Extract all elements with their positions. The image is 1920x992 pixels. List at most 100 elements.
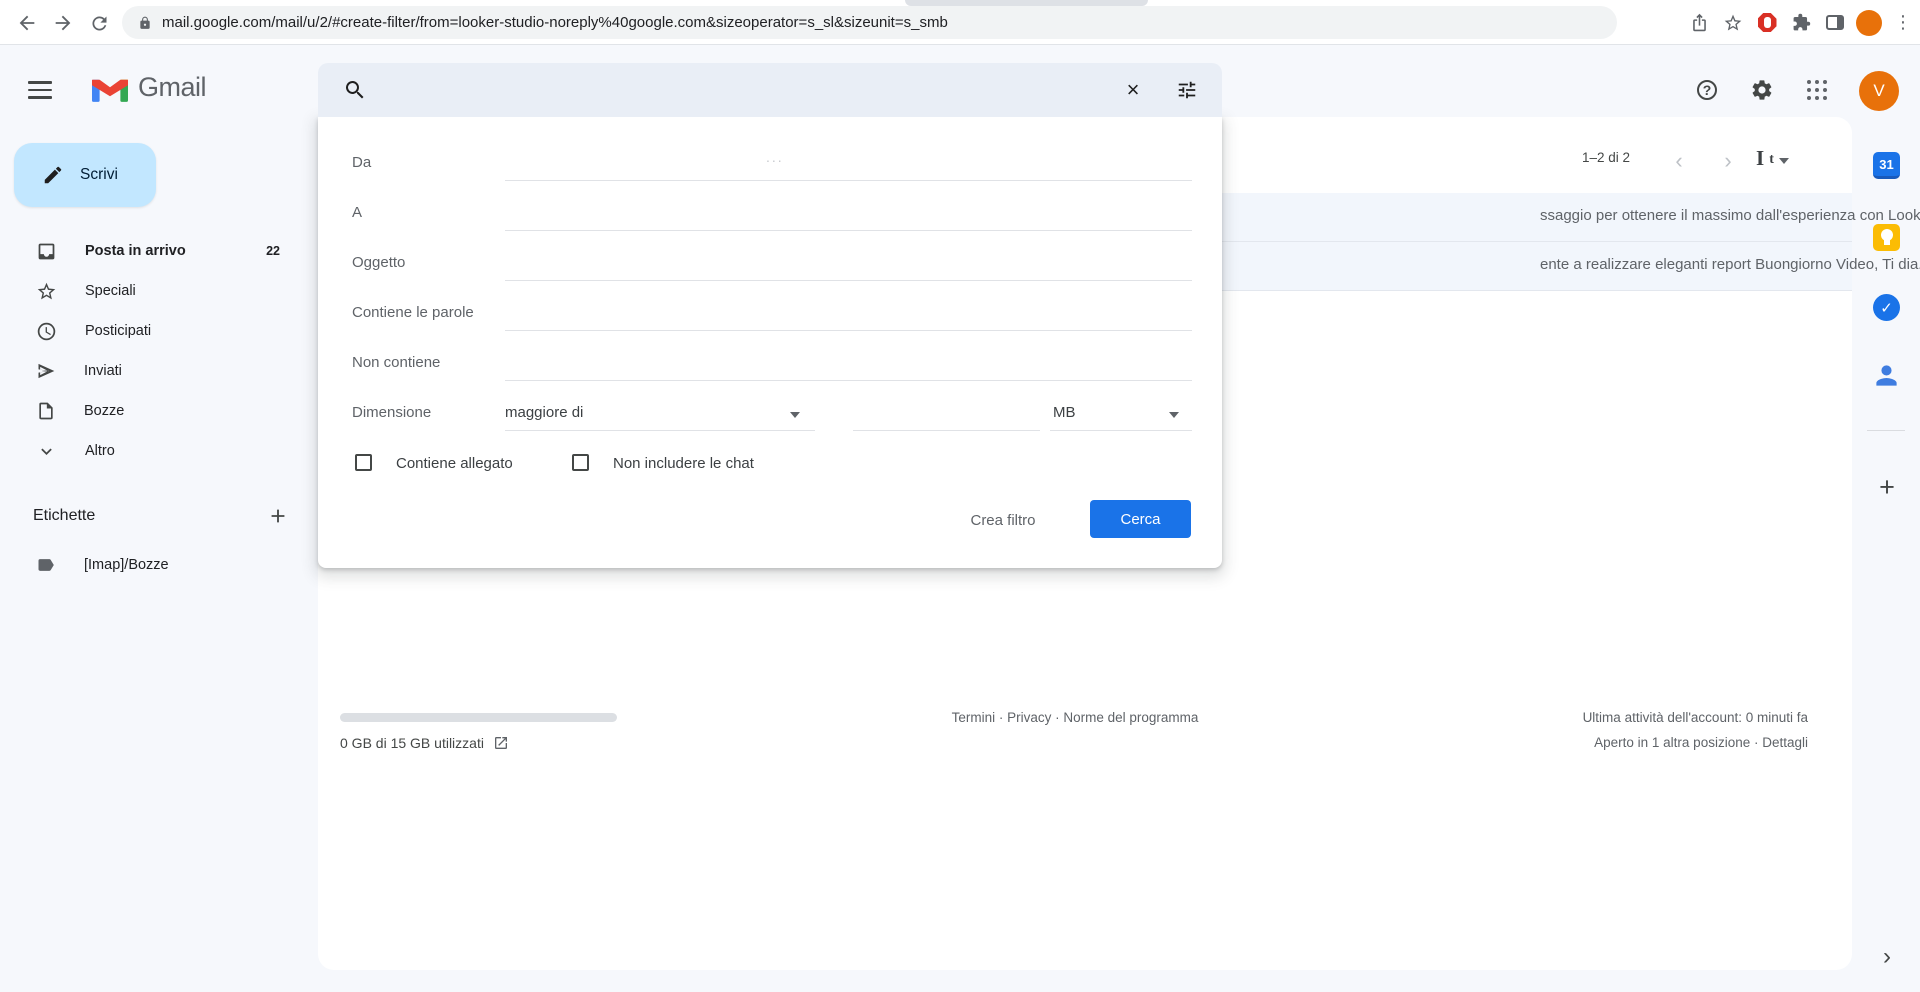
hide-side-panel-icon[interactable]: › <box>1872 942 1902 972</box>
field-label-size: Dimensione <box>352 404 431 421</box>
input-tools-selector[interactable]: I t <box>1756 148 1789 169</box>
side-panel-icon[interactable] <box>1818 6 1852 40</box>
extensions-puzzle-icon[interactable] <box>1784 6 1818 40</box>
storage-progress-bar <box>340 713 617 722</box>
main-menu-icon[interactable] <box>26 78 54 102</box>
field-label-from: Da <box>352 154 371 171</box>
lock-icon <box>138 16 152 30</box>
tasks-icon[interactable]: ✓ <box>1873 294 1900 321</box>
sidebar-item-label: Altro <box>85 443 115 459</box>
gmail-m-icon <box>92 74 128 102</box>
help-icon[interactable]: ? <box>1693 76 1721 104</box>
size-unit-underline <box>1050 430 1192 431</box>
sidebar-item-label: Bozze <box>84 403 124 419</box>
back-icon[interactable] <box>14 10 40 36</box>
search-icon[interactable] <box>342 77 368 103</box>
storage-usage-text: 0 GB di 15 GB utilizzati <box>340 735 484 751</box>
field-label-doesnt-have: Non contiene <box>352 354 440 371</box>
search-bar[interactable]: × <box>318 63 1222 117</box>
pagination-status: 1–2 di 2 <box>1520 150 1630 165</box>
create-filter-dialog: Da ... A Oggetto Contiene le parole Non … <box>318 117 1222 568</box>
size-operator-caret-icon <box>790 412 800 418</box>
to-input[interactable] <box>505 230 1192 231</box>
calendar-icon[interactable]: 31 <box>1873 152 1900 179</box>
from-input[interactable] <box>505 180 1192 181</box>
search-options-tune-icon[interactable] <box>1174 77 1200 103</box>
sidebar-item-label: Posta in arrivo <box>85 243 186 259</box>
sidebar-item-snoozed[interactable]: Posticipati <box>8 311 298 351</box>
exclude-chats-label: Non includere le chat <box>613 455 754 472</box>
google-apps-grid-icon[interactable] <box>1803 76 1831 104</box>
has-attachment-label: Contiene allegato <box>396 455 513 472</box>
send-icon <box>36 361 56 381</box>
from-field-remnant: ... <box>766 149 784 165</box>
gmail-logo: Gmail <box>92 72 206 103</box>
labels-section-header: Etichette <box>33 505 293 527</box>
bookmark-star-icon[interactable] <box>1716 6 1750 40</box>
legal-links[interactable]: Termini · Privacy · Norme del programma <box>760 710 1390 725</box>
input-tools-letter: I <box>1756 148 1764 169</box>
email-snippet: ente a realizzare eleganti report Buongi… <box>1540 256 1920 273</box>
input-tools-sub-letter: t <box>1769 152 1774 169</box>
sidebar-item-starred[interactable]: Speciali <box>8 271 298 311</box>
field-label-has-words: Contiene le parole <box>352 304 474 321</box>
compose-button[interactable]: Scrivi <box>14 143 156 207</box>
sidebar-item-inbox[interactable]: Posta in arrivo 22 <box>8 231 298 271</box>
newer-page-icon[interactable]: ‹ <box>1664 146 1694 176</box>
browser-profile-avatar[interactable] <box>1852 6 1886 40</box>
get-addons-icon[interactable]: + <box>1872 472 1902 502</box>
clear-search-icon[interactable]: × <box>1120 77 1146 103</box>
gmail-window: mail.google.com/mail/u/2/#create-filter/… <box>0 0 1920 992</box>
open-in-new-icon[interactable] <box>493 735 509 751</box>
contacts-icon[interactable] <box>1873 362 1900 389</box>
pencil-icon <box>42 164 64 186</box>
label-name: [Imap]/Bozze <box>84 557 169 573</box>
inbox-icon <box>36 241 57 262</box>
last-activity-text: Ultima attività dell'account: 0 minuti f… <box>1440 710 1808 725</box>
adblock-extension-icon[interactable] <box>1750 6 1784 40</box>
settings-gear-icon[interactable] <box>1748 76 1776 104</box>
size-operator-dropdown[interactable]: maggiore di <box>505 404 583 421</box>
email-snippet: ssaggio per ottenere il massimo dall'esp… <box>1540 207 1920 224</box>
star-icon <box>36 281 57 302</box>
size-value-input[interactable] <box>853 430 1040 431</box>
size-unit-caret-icon <box>1169 412 1179 418</box>
field-label-subject: Oggetto <box>352 254 405 271</box>
app-name: Gmail <box>138 72 206 103</box>
clock-icon <box>36 321 57 342</box>
inbox-count: 22 <box>266 244 280 258</box>
keep-icon[interactable] <box>1873 224 1900 251</box>
file-icon <box>36 401 56 421</box>
add-label-icon[interactable] <box>267 505 289 527</box>
subject-input[interactable] <box>505 280 1192 281</box>
has-words-input[interactable] <box>505 330 1192 331</box>
side-panel-divider <box>1867 430 1905 431</box>
sidebar-item-more[interactable]: Altro <box>8 431 298 471</box>
labels-title: Etichette <box>33 507 95 525</box>
sidebar-label-imap-bozze[interactable]: [Imap]/Bozze <box>8 545 298 585</box>
open-locations-text[interactable]: Aperto in 1 altra posizione · Dettagli <box>1440 735 1808 750</box>
reload-icon[interactable] <box>86 10 112 36</box>
sidebar-item-sent[interactable]: Inviati <box>8 351 298 391</box>
compose-label: Scrivi <box>80 166 118 184</box>
share-icon[interactable] <box>1682 6 1716 40</box>
sidebar-item-drafts[interactable]: Bozze <box>8 391 298 431</box>
search-button[interactable]: Cerca <box>1090 500 1191 538</box>
size-unit-dropdown[interactable]: MB <box>1053 404 1076 421</box>
address-bar[interactable]: mail.google.com/mail/u/2/#create-filter/… <box>122 6 1617 39</box>
chevron-down-icon <box>36 441 57 462</box>
forward-icon[interactable] <box>50 10 76 36</box>
browser-menu-icon[interactable]: ⋮ <box>1886 6 1920 40</box>
label-tag-icon <box>36 555 56 575</box>
create-filter-button[interactable]: Crea filtro <box>948 505 1058 535</box>
browser-toolbar: mail.google.com/mail/u/2/#create-filter/… <box>0 0 1920 45</box>
older-page-icon[interactable]: › <box>1713 146 1743 176</box>
has-attachment-checkbox[interactable] <box>355 454 372 471</box>
storage-usage: 0 GB di 15 GB utilizzati <box>340 735 509 751</box>
url-text: mail.google.com/mail/u/2/#create-filter/… <box>162 14 948 31</box>
exclude-chats-checkbox[interactable] <box>572 454 589 471</box>
sidebar-item-label: Speciali <box>85 283 136 299</box>
size-operator-underline <box>505 430 815 431</box>
doesnt-have-input[interactable] <box>505 380 1192 381</box>
account-avatar[interactable]: V <box>1859 71 1899 111</box>
